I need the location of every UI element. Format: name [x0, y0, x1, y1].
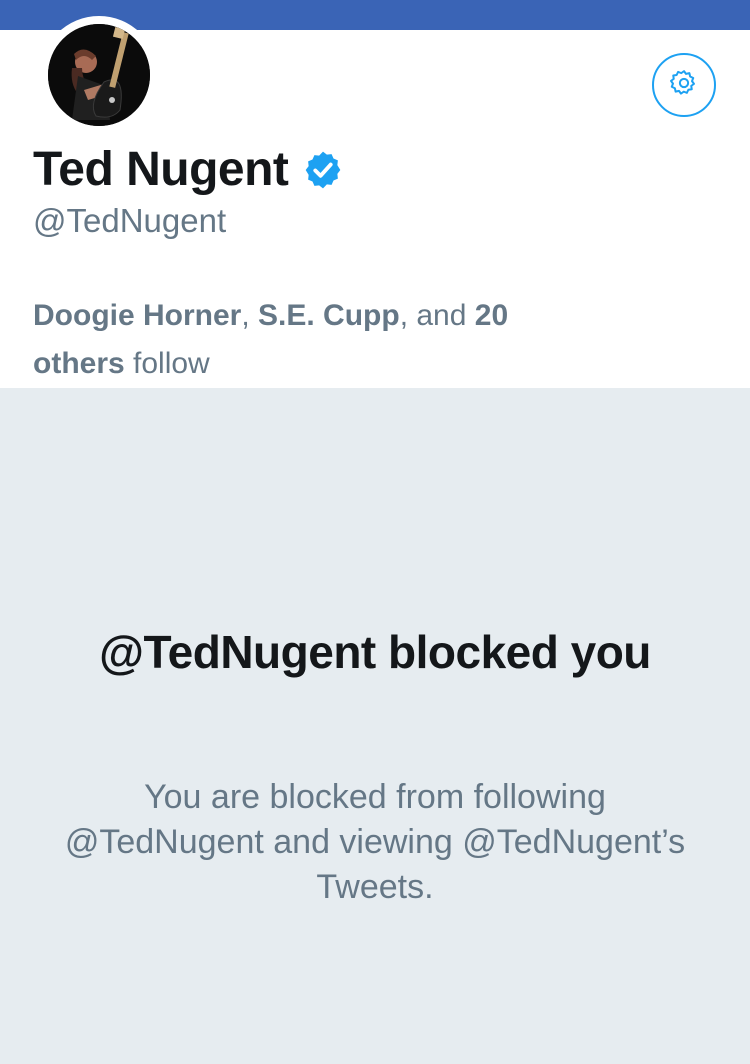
followers-you-know[interactable]: Doogie Horner, S.E. Cupp, and 20 others f…: [33, 292, 593, 388]
profile-handle: @TedNugent: [33, 202, 227, 239]
follower-name: S.E. Cupp: [258, 299, 400, 332]
follower-count-label: others: [33, 347, 125, 380]
follower-suffix: follow: [124, 347, 210, 380]
avatar[interactable]: [40, 16, 158, 134]
verified-badge-icon: [302, 149, 344, 191]
follower-separator: ,: [241, 299, 259, 332]
profile-name-row: Ted Nugent: [33, 142, 344, 197]
gear-icon: [669, 68, 699, 103]
follower-separator: , and: [399, 299, 475, 332]
follower-count: 20: [474, 299, 509, 332]
settings-button[interactable]: [652, 53, 716, 117]
follower-name: Doogie Horner: [33, 299, 242, 332]
avatar-image: [48, 24, 150, 126]
blocked-description: You are blocked from following @TedNugen…: [64, 778, 686, 906]
profile-header: Ted Nugent @TedNugent Doogie Horner, S.E…: [0, 16, 750, 388]
blocked-title: @TedNugent blocked you: [99, 626, 651, 678]
profile-name: Ted Nugent: [33, 143, 289, 196]
